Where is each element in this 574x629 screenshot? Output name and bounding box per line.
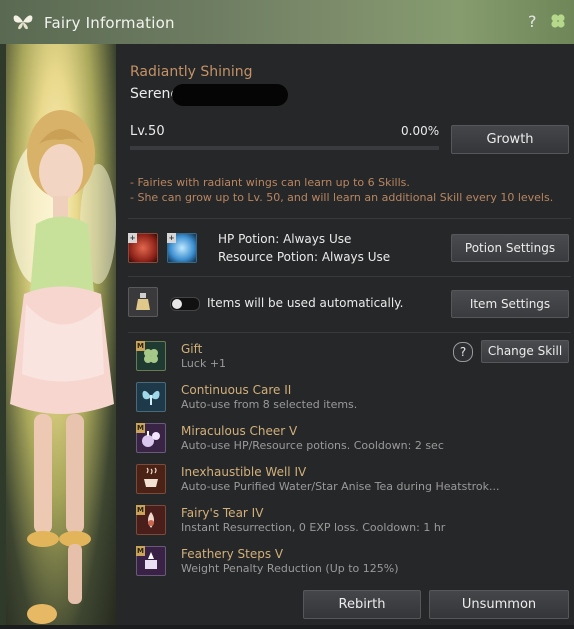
divider <box>128 218 571 219</box>
auto-use-toggle[interactable] <box>170 297 200 311</box>
skill-desc: Auto-use HP/Resource potions. Cooldown: … <box>181 439 444 452</box>
info-line-1: - Fairies with radiant wings can learn u… <box>130 176 410 189</box>
skill-desc: Luck +1 <box>181 357 227 370</box>
fairy-title: Radiantly Shining <box>130 64 253 80</box>
hp-potion-icon[interactable]: + <box>128 233 158 263</box>
exp-percent: 0.00% <box>401 124 440 138</box>
bottle-icon <box>136 293 150 310</box>
skill-desc: Auto-use Purified Water/Star Anise Tea d… <box>181 480 500 493</box>
fairy-glyph <box>142 390 160 405</box>
divider <box>128 332 571 333</box>
skill-name: Miraculous Cheer V <box>181 424 298 438</box>
exp-bar <box>130 146 439 150</box>
hp-potion-setting: HP Potion: Always Use <box>218 232 352 246</box>
m-badge: M <box>136 546 145 556</box>
resource-potion-icon[interactable]: + <box>167 233 197 263</box>
item-settings-button[interactable]: Item Settings <box>451 290 569 318</box>
fairy-information-window: Fairy Information ? Radiantly Shining Se… <box>0 0 574 625</box>
growth-button[interactable]: Growth <box>451 125 569 154</box>
butterfly-icon <box>13 15 33 30</box>
resource-potion-setting: Resource Potion: Always Use <box>218 250 391 264</box>
rebirth-button[interactable]: Rebirth <box>303 590 421 619</box>
fairy-level: Lv.50 <box>130 124 165 139</box>
potion-settings-button[interactable]: Potion Settings <box>451 234 569 262</box>
skill-name: Gift <box>181 342 203 356</box>
skill-name: Feathery Steps V <box>181 547 284 561</box>
skill-desc: Instant Resurrection, 0 EXP loss. Cooldo… <box>181 521 446 534</box>
skill-name: Inexhaustible Well IV <box>181 465 307 479</box>
redacted-name <box>172 84 288 106</box>
feather-icon[interactable]: M <box>136 546 166 576</box>
skill-desc: Auto-use from 8 selected items. <box>181 398 358 411</box>
toggle-knob <box>172 299 182 309</box>
well-icon[interactable] <box>136 464 166 494</box>
unsummon-button[interactable]: Unsummon <box>429 590 569 619</box>
item-bag-icon[interactable] <box>128 287 158 317</box>
window-title: Fairy Information <box>44 14 175 32</box>
items-auto-text: Items will be used automatically. <box>207 296 404 310</box>
m-badge: M <box>136 423 145 433</box>
m-badge: M <box>136 505 145 515</box>
fairy-figure-image <box>10 110 116 624</box>
clover-icon[interactable]: M <box>136 341 166 371</box>
skill-help-icon[interactable]: ? <box>453 342 473 362</box>
skill-desc: Weight Penalty Reduction (Up to 125%) <box>181 562 399 575</box>
fairy-icon[interactable] <box>136 382 166 412</box>
m-badge: M <box>136 341 145 351</box>
fairy-portrait <box>6 44 116 625</box>
change-skill-button[interactable]: Change Skill <box>481 340 569 363</box>
clover-icon[interactable] <box>549 12 567 30</box>
skill-name: Continuous Care II <box>181 383 292 397</box>
well-glyph <box>144 467 158 487</box>
tear-icon[interactable]: M <box>136 505 166 535</box>
potions-icon[interactable]: M <box>136 423 166 453</box>
help-icon[interactable]: ? <box>528 12 537 31</box>
skill-name: Fairy's Tear IV <box>181 506 264 520</box>
title-bar[interactable]: Fairy Information ? <box>0 0 574 45</box>
divider <box>128 276 571 277</box>
info-line-2: - She can grow up to Lv. 50, and will le… <box>130 191 554 204</box>
